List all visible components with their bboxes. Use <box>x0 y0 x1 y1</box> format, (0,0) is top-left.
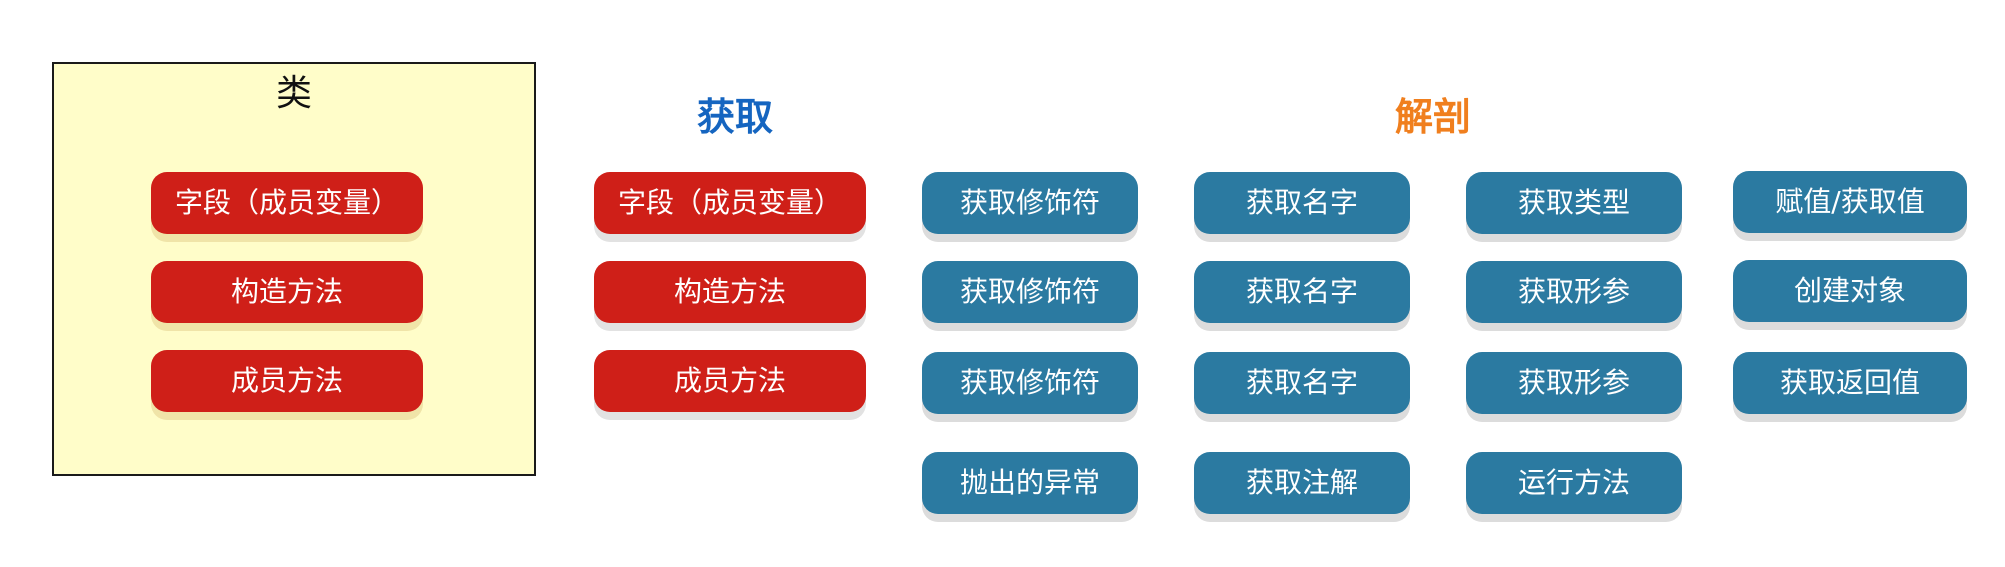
constructor-create-node: 创建对象 <box>1733 260 1967 322</box>
class-method-node: 成员方法 <box>151 350 423 412</box>
class-constructor-node: 构造方法 <box>151 261 423 323</box>
field-modifier-node: 获取修饰符 <box>922 172 1138 234</box>
field-name-node: 获取名字 <box>1194 172 1410 234</box>
class-box-title: 类 <box>275 73 312 114</box>
method-annotation-node: 获取注解 <box>1194 452 1410 514</box>
method-return-node: 获取返回值 <box>1733 352 1967 414</box>
dissect-section-title: 解剖 <box>1394 95 1471 139</box>
method-name-node: 获取名字 <box>1194 352 1410 414</box>
field-set-get-node: 赋值/获取值 <box>1733 171 1967 233</box>
method-params-node: 获取形参 <box>1466 352 1682 414</box>
class-field-node: 字段（成员变量） <box>151 172 423 234</box>
get-method-node: 成员方法 <box>594 350 866 412</box>
get-section-title: 获取 <box>696 95 773 139</box>
constructor-name-node: 获取名字 <box>1194 261 1410 323</box>
field-type-node: 获取类型 <box>1466 172 1682 234</box>
method-modifier-node: 获取修饰符 <box>922 352 1138 414</box>
get-field-node: 字段（成员变量） <box>594 172 866 234</box>
constructor-modifier-node: 获取修饰符 <box>922 261 1138 323</box>
method-exception-node: 抛出的异常 <box>922 452 1138 514</box>
get-constructor-node: 构造方法 <box>594 261 866 323</box>
constructor-params-node: 获取形参 <box>1466 261 1682 323</box>
method-invoke-node: 运行方法 <box>1466 452 1682 514</box>
